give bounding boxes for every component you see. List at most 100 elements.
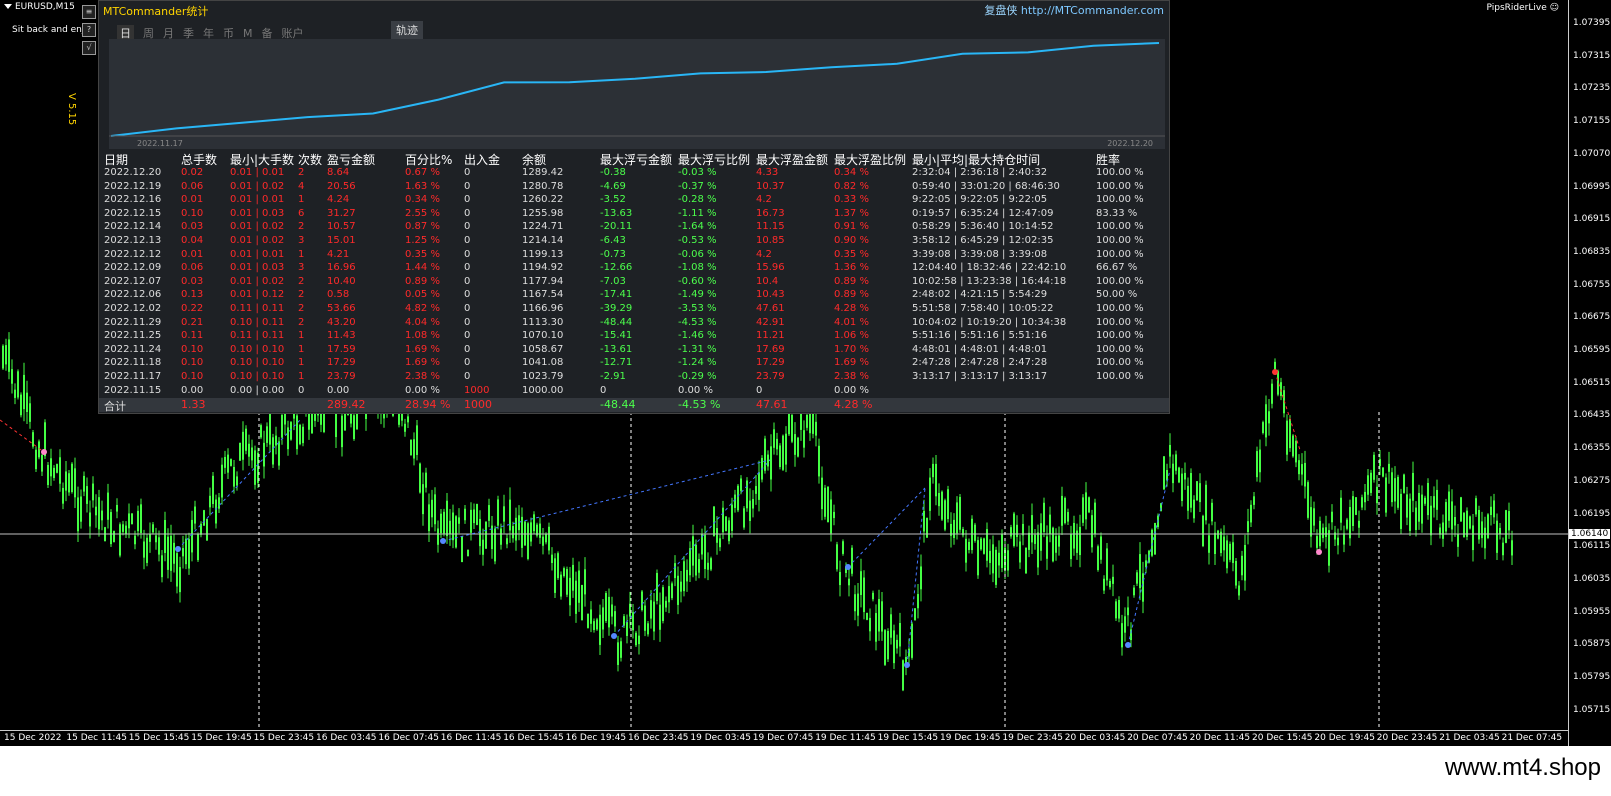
stats-cell: 0.89 %	[834, 275, 869, 287]
candle-body	[1112, 576, 1114, 584]
stats-cell: 0.89 %	[834, 289, 869, 301]
mtcommander-link[interactable]: 复盘侠 http://MTCommander.com	[984, 2, 1164, 18]
candle-body	[1418, 492, 1420, 522]
candle-body	[614, 611, 616, 627]
candle-body	[1409, 498, 1411, 531]
candle-body	[494, 528, 496, 562]
candle-body	[752, 498, 754, 509]
exit-marker[interactable]	[41, 449, 47, 455]
candle-body	[473, 509, 475, 524]
candle-body	[1175, 454, 1177, 471]
candle-body	[710, 558, 712, 570]
time-tick-label: 16 Dec 11:45	[440, 733, 502, 743]
exit-marker[interactable]	[1316, 549, 1322, 555]
equity-start-date: 2022.11.17	[137, 139, 183, 148]
candle-body	[677, 575, 679, 605]
candle-body	[101, 510, 103, 521]
candle-body	[1262, 422, 1264, 434]
candle-body	[1445, 502, 1447, 532]
entry-marker[interactable]	[440, 538, 446, 544]
trade-link-line	[442, 459, 771, 542]
candle-body	[881, 601, 883, 632]
stats-cell: 2022.11.18	[104, 357, 162, 369]
candle-body	[1220, 531, 1222, 554]
candle-body	[509, 499, 511, 531]
panel-side-button-0[interactable]: ≡	[82, 5, 96, 19]
candle-body	[482, 539, 484, 555]
candle-body	[1223, 536, 1225, 551]
candle-body	[740, 478, 742, 491]
candle-body	[857, 593, 859, 616]
stats-cell: 0.00 %	[834, 384, 869, 396]
candle-body	[1040, 523, 1042, 551]
candle-body	[938, 493, 940, 507]
price-tick-label: 1.05955	[1573, 606, 1611, 617]
price-axis[interactable]: 1.07395 1.07315 1.07235 1.07155 1.07070 1.069…	[1568, 0, 1611, 746]
candle-body	[422, 484, 424, 515]
stats-cell: 1070.10	[522, 330, 564, 342]
candle-body	[803, 430, 805, 448]
stats-cell: 16.96	[327, 262, 356, 274]
tab-track[interactable]: 轨迹	[391, 21, 423, 39]
candle-body	[1394, 478, 1396, 502]
candle-body	[917, 594, 919, 609]
candle-body	[407, 416, 409, 423]
symbol-label: EURUSD,M15	[4, 2, 75, 12]
candle-body	[1478, 510, 1480, 540]
candle-body	[1373, 454, 1375, 480]
stats-cell: 0.03	[181, 221, 204, 233]
candle-body	[758, 472, 760, 500]
entry-marker[interactable]	[904, 662, 910, 668]
stats-header-cell: 总手数	[181, 153, 218, 167]
stats-cell: 1	[298, 343, 305, 355]
candle-body	[212, 475, 214, 505]
exit-marker[interactable]	[1272, 369, 1278, 375]
panel-side-button-2[interactable]: √	[82, 41, 96, 55]
candle-body	[1247, 521, 1249, 532]
candle-body	[404, 423, 406, 432]
entry-marker[interactable]	[1125, 642, 1131, 648]
candle-body	[59, 457, 61, 484]
time-axis[interactable]: 15 Dec 2022 15 Dec 11:45 15 Dec 15:45 15 De…	[0, 730, 1568, 747]
candle-body	[674, 563, 676, 579]
entry-marker[interactable]	[845, 564, 851, 570]
stats-cell: 17.59	[327, 343, 356, 355]
stats-cell: 1.69 %	[405, 357, 440, 369]
candle-body	[587, 613, 589, 628]
stats-cell: 31.27	[327, 207, 356, 219]
stats-cell: 0	[464, 167, 471, 178]
candle-body	[1280, 382, 1282, 396]
stats-cell: 2022.11.29	[104, 316, 162, 328]
stats-cell: 0.11 | 0.11	[230, 302, 285, 314]
candle-body	[1310, 507, 1312, 537]
stats-cell: -4.69	[600, 180, 626, 192]
version-label: V 5.15	[66, 93, 77, 126]
candle-body	[62, 487, 64, 504]
stats-row: 2022.12.09 0.06 0.01 | 0.03 3 16.96 1.44 % 0 11…	[99, 262, 1169, 276]
time-tick-label: 19 Dec 19:45	[940, 733, 1001, 743]
candle-body	[1172, 463, 1174, 484]
stats-total-row: 合计 1.33 289.42 28.94 % 1000 -48.44 -4.53 % 47.6…	[99, 398, 1169, 413]
candle-body	[596, 619, 598, 630]
panel-side-button-1[interactable]: ?	[82, 23, 96, 37]
candle-body	[1421, 494, 1423, 524]
stats-cell: 11.43	[327, 330, 356, 342]
candle-body	[1433, 496, 1435, 508]
link-url[interactable]: http://MTCommander.com	[1021, 4, 1164, 17]
candle-body	[1121, 623, 1123, 648]
entry-marker[interactable]	[611, 633, 617, 639]
candle-body	[1010, 527, 1012, 537]
stats-cell: -0.60 %	[678, 275, 717, 287]
equity-line	[110, 42, 1160, 137]
candle-body	[1013, 513, 1015, 546]
stats-cell: 2022.11.25	[104, 330, 162, 342]
entry-marker[interactable]	[175, 546, 181, 552]
stats-cell: 100.00 %	[1096, 275, 1144, 287]
stats-cell: 1	[298, 194, 305, 206]
time-tick-label: 19 Dec 03:45	[690, 733, 751, 743]
candle-body	[419, 463, 421, 493]
candle-body	[20, 394, 22, 416]
candle-body	[26, 392, 28, 412]
candle-body	[617, 642, 619, 665]
stats-header-cell: 余额	[522, 153, 547, 167]
